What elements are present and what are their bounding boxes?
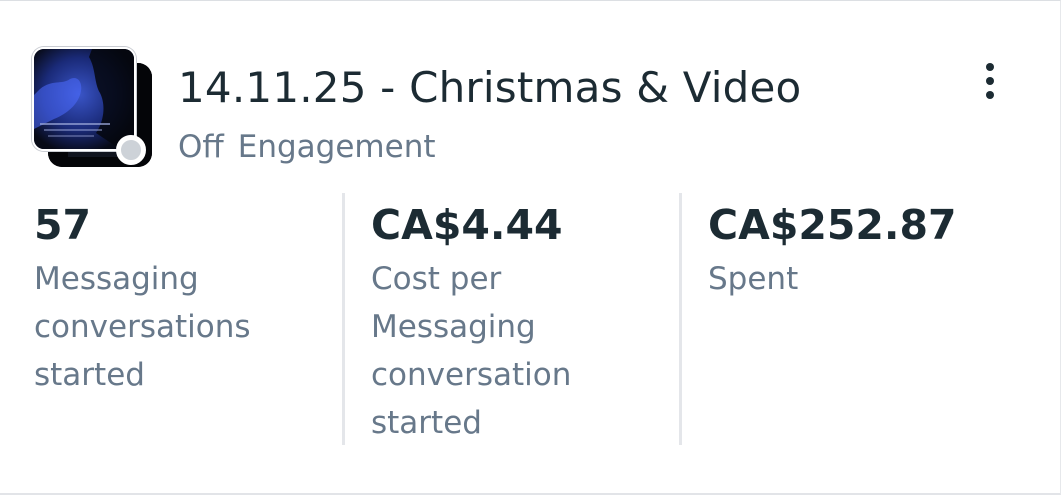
more-options-button[interactable] <box>968 57 1012 105</box>
campaign-status: Off <box>178 129 224 165</box>
thumbnail-front-image <box>32 47 136 151</box>
metric-value: CA$252.87 <box>708 201 957 249</box>
metrics-row: 57 Messaging conversations started CA$4.… <box>0 193 1062 447</box>
more-vertical-icon <box>986 63 994 71</box>
metric-value: CA$4.44 <box>371 201 563 249</box>
campaign-objective: Engagement <box>237 129 436 165</box>
metric-divider <box>679 193 682 445</box>
campaign-title[interactable]: 14.11.25 - Christmas & Video <box>178 61 801 115</box>
metric-value: 57 <box>34 201 92 249</box>
metric-cost-per-conversation[interactable]: CA$4.44 Cost per Messaging conversation … <box>371 193 661 445</box>
metric-spent[interactable]: CA$252.87 Spent <box>708 193 1038 445</box>
campaign-subtitle: Off Engagement <box>178 127 436 167</box>
more-vertical-icon-dot <box>986 77 994 85</box>
metric-label: Messaging conversations started <box>34 261 251 393</box>
metric-label: Spent <box>708 261 799 297</box>
campaign-card[interactable]: 14.11.25 - Christmas & Video Off Engageme… <box>0 0 1061 495</box>
metric-divider <box>342 193 345 445</box>
campaign-thumbnail <box>32 47 154 169</box>
metric-conversations[interactable]: 57 Messaging conversations started <box>34 193 324 445</box>
metric-label: Cost per Messaging conversation started <box>371 261 572 441</box>
more-vertical-icon-dot <box>986 91 994 99</box>
status-dot-icon <box>116 135 146 165</box>
